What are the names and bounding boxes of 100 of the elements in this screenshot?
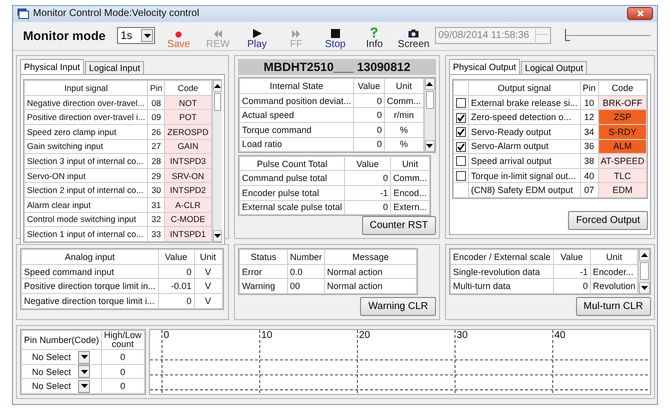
forward-icon: [291, 30, 302, 38]
column-header: Status: [240, 250, 288, 264]
up-arrow-icon[interactable]: [214, 84, 220, 88]
table-cell: INTSPD3: [164, 154, 211, 168]
interval-dropdown[interactable]: 1s: [116, 27, 156, 44]
checkbox[interactable]: [456, 98, 466, 108]
toolbar-button[interactable]: Info: [354, 22, 394, 50]
down-arrow-icon[interactable]: [426, 144, 434, 148]
column-header: Input signal: [24, 80, 148, 96]
table-cell: Load ratio: [240, 137, 354, 152]
column-header: Unit: [390, 156, 430, 171]
table-cell: Servo-Ready output: [468, 124, 580, 140]
axis-label: 0: [162, 330, 170, 342]
table-cell: 0: [553, 278, 590, 294]
table-cell: NOT: [164, 95, 211, 110]
axis-label: 20: [358, 330, 370, 342]
checkbox[interactable]: [456, 156, 466, 166]
table-cell: 07: [580, 182, 598, 198]
table-cell: A-CLR: [164, 197, 211, 212]
warning-clear-button[interactable]: Warning CLR: [360, 297, 436, 316]
table-cell: AT-SPEED: [598, 154, 647, 168]
table-cell: Extern...: [390, 200, 430, 215]
window-title: Monitor Control Mode:Velocity control: [33, 8, 200, 20]
column-header: Pulse Count Total: [240, 156, 345, 171]
table-cell: 0.0: [288, 264, 325, 279]
table-cell: V: [194, 294, 222, 308]
table-cell: 0: [354, 108, 384, 122]
table-cell: V: [194, 278, 222, 294]
toolbar-button[interactable]: Screen: [394, 22, 434, 50]
table-cell: INTSPD2: [164, 182, 211, 198]
model-banner: MBDHT2510___ 13090812: [238, 59, 436, 76]
table-cell: Normal action: [324, 278, 417, 294]
column-header: Unit: [384, 78, 424, 94]
question-mark-icon: [369, 26, 380, 38]
table-cell: Negative direction over-travel...: [24, 95, 148, 110]
column-header: Message: [324, 250, 417, 264]
column-header: Code: [164, 80, 211, 96]
table-cell: %: [384, 122, 424, 138]
table-cell: 40: [580, 168, 598, 183]
table-cell: 00: [288, 278, 325, 294]
table-cell: Negative direction torque limit i...: [22, 294, 158, 308]
forced-output-button[interactable]: Forced Output: [568, 211, 648, 230]
counter-reset-button[interactable]: Counter RST: [362, 216, 436, 236]
column-header: Value: [354, 78, 384, 94]
column-header: Value: [344, 156, 391, 171]
scrollbar[interactable]: [424, 78, 435, 152]
tab[interactable]: Physical Output: [449, 59, 520, 74]
column-header: High/Low count: [102, 330, 144, 350]
app-icon: [17, 8, 29, 20]
down-arrow-icon[interactable]: [641, 286, 648, 290]
slider[interactable]: [565, 28, 651, 44]
table-cell: 0: [354, 137, 384, 152]
table-cell: Slection 2 input of internal co...: [24, 182, 148, 198]
column-header: Unit: [194, 250, 222, 264]
table-cell: SRV-ON: [164, 168, 211, 183]
up-arrow-icon[interactable]: [426, 82, 434, 86]
toolbar-button[interactable]: Stop: [316, 22, 355, 50]
column-header: Output signal: [468, 80, 580, 96]
table-cell: 10: [580, 95, 598, 110]
column-header: Analog input: [22, 250, 158, 264]
table-cell: ZEROSPD: [164, 124, 211, 140]
stop-icon: [330, 28, 340, 38]
toolbar-button[interactable]: Play: [237, 22, 277, 50]
multi-turn-clear-button[interactable]: Mul-turn CLR: [576, 297, 651, 316]
scrollbar-thumb[interactable]: [214, 93, 220, 112]
play-icon: [252, 28, 262, 38]
down-arrow-icon[interactable]: [214, 234, 220, 238]
scrollbar-thumb[interactable]: [640, 262, 649, 280]
record-icon: [175, 30, 182, 38]
table-cell: Slection 3 input of internal co...: [24, 154, 148, 168]
column-header: Value: [553, 250, 590, 264]
table-cell: 36: [580, 139, 598, 154]
table-cell: 0: [102, 364, 144, 379]
table-cell: Torque in-limit signal out...: [468, 168, 580, 183]
table-cell: 0: [158, 264, 194, 279]
checkbox[interactable]: [456, 127, 466, 138]
table-cell: Positive direction over-travel i...: [24, 110, 148, 124]
table-cell: BRK-OFF: [598, 95, 647, 110]
tab[interactable]: Logical Input: [85, 61, 144, 74]
table-cell: ZSP: [598, 110, 647, 124]
up-arrow-icon[interactable]: [641, 253, 648, 258]
scrollbar[interactable]: [212, 80, 222, 242]
table-cell: Torque command: [240, 122, 354, 138]
table-cell: Gain switching input: [24, 139, 148, 154]
column-header: Pin: [580, 80, 598, 96]
table-cell: Command pulse total: [240, 170, 345, 186]
column-header: Unit: [590, 250, 638, 264]
checkbox[interactable]: [456, 170, 466, 181]
scrollbar[interactable]: [638, 249, 650, 294]
axis-label: 10: [260, 330, 272, 342]
checkbox[interactable]: [456, 112, 466, 123]
table-cell: C-MODE: [164, 212, 211, 227]
close-button[interactable]: [627, 7, 653, 20]
table-cell: TLC: [598, 168, 647, 183]
rewind-icon: [212, 30, 223, 38]
tab[interactable]: Logical Output: [521, 61, 588, 74]
checkbox[interactable]: [456, 142, 466, 152]
scrollbar-thumb[interactable]: [426, 91, 434, 110]
axis-label: 40: [553, 330, 566, 342]
tab[interactable]: Physical Input: [20, 59, 84, 74]
